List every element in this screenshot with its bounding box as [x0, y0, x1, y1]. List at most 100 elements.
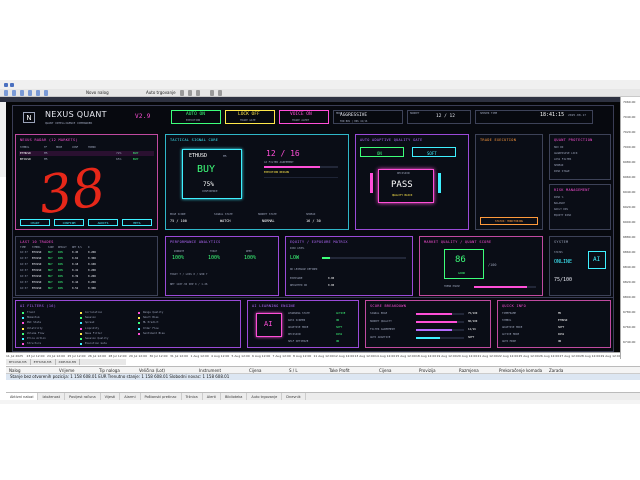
table-cell: WIN — [58, 281, 63, 284]
filter-score-label: AI FILTER AGREEMENT — [264, 161, 294, 164]
table-row[interactable]: 16:37 BTCUSD BUY WIN 0.41 0.20R — [19, 269, 155, 274]
terminal-tab[interactable]: Tržnica — [182, 393, 203, 400]
table-row[interactable]: ETHUSD M5 72% BUY — [19, 151, 154, 156]
learning-row-label: DECISION — [288, 333, 301, 336]
terminal-column-header[interactable]: Nalog — [6, 367, 56, 373]
terminal-column-header[interactable]: Razmjena — [456, 367, 496, 373]
time-label: 8 Aug 12:00 — [293, 354, 312, 358]
terminal-tab[interactable]: Izloženost — [38, 393, 65, 400]
filter-score: 12 / 16 — [266, 149, 300, 158]
risk-management-title: RISK MANAGEMENT — [554, 188, 591, 192]
protection-row: LOSS FILTER — [554, 158, 572, 161]
weighted-dd-value: 0.00 — [328, 284, 335, 287]
terminal-column-header[interactable]: S / L — [286, 367, 326, 373]
price-label: 6840.00 — [623, 265, 636, 269]
terminal-tab[interactable]: Alarmi — [120, 393, 141, 400]
time-label: 19 Aug 12:00 — [436, 354, 457, 358]
terminal-tab[interactable]: Alerti — [203, 393, 222, 400]
signal-card: ETHUSD M5 BUY 75% CONFIDENCE — [182, 149, 242, 199]
learning-row-value: SOFT — [336, 326, 343, 329]
table-row[interactable]: 16:37 BTCUSD BUY WIN 0.39 0.20R — [19, 275, 155, 280]
quick-row-label: ADAPTIVE MODE — [502, 326, 523, 329]
table-row[interactable]: 16:37 BTCUSD BUY WIN 0.52 0.30R — [19, 287, 155, 292]
terminal-column-header[interactable]: Prekoračenje komada — [496, 367, 546, 373]
trades-col: TIME — [20, 246, 26, 249]
table-row[interactable]: 16:37 BTCUSD BUY WIN 0.45 0.20R — [19, 251, 155, 256]
radar-col-symbol: SYMBOL — [20, 146, 30, 149]
gate-value: ON — [377, 151, 382, 156]
terminal-tab[interactable]: Povijest računa — [65, 393, 101, 400]
filter-status-icon — [22, 317, 24, 320]
terminal-icon[interactable] — [36, 90, 40, 96]
file-menu-icon[interactable] — [4, 82, 8, 87]
balance-row[interactable]: Stanje bez otvorenih pozicija: 1 158 608… — [6, 374, 640, 380]
terminal-tab[interactable]: Biblioteka — [221, 393, 248, 400]
terminal-tab[interactable]: Auto trgovanje — [247, 393, 283, 400]
table-cell: BTCUSD — [32, 275, 42, 278]
terminal-column-header[interactable]: Instrument — [196, 367, 246, 373]
gate-toggle[interactable]: ON — [360, 147, 404, 157]
terminal-column-header[interactable]: Zarada — [546, 367, 586, 373]
price-label: 6920.00 — [623, 205, 636, 209]
filter-status-icon — [22, 332, 24, 335]
learning-row-label: DATA SCREEN — [288, 319, 306, 322]
terminal-column-header[interactable]: Take Profit — [326, 367, 376, 373]
signal-confidence: 75% — [203, 181, 214, 188]
terminal-tab[interactable]: Poštanski pretinac — [141, 393, 182, 400]
terminal-tab[interactable]: Dnevnik — [282, 393, 306, 400]
voice-button[interactable]: VOICE ON TRADE ALERT — [279, 110, 329, 124]
tester-icon[interactable] — [44, 90, 48, 96]
new-chart-icon[interactable] — [4, 90, 8, 96]
zoom-out-icon[interactable] — [218, 90, 222, 96]
learning-row-value: ON — [336, 319, 340, 322]
monitoring-status-button[interactable]: STATUS: MONITORING — [480, 217, 538, 225]
quant-score-max: /100 — [488, 263, 497, 267]
app-subtitle: QUANT INTELLIGENCE COMMANDER — [45, 121, 93, 125]
terminal-column-header[interactable]: Cijena — [246, 367, 286, 373]
market-state-label: MARKET STATE — [258, 213, 277, 216]
terminal-tab[interactable]: Aktivni nalozi — [6, 393, 39, 400]
signal-tf: M5 — [223, 154, 227, 158]
chart-tab[interactable]: ETHUSD,M5 — [31, 359, 56, 365]
lock-button[interactable]: LOCK OFF TRADE GATE — [225, 110, 275, 124]
filter-status-icon — [22, 312, 24, 314]
auto-button[interactable]: AUTO ON EXECUTION — [171, 110, 221, 124]
view-menu-icon[interactable] — [10, 82, 14, 87]
navigator-icon[interactable] — [28, 90, 32, 96]
nexus-logo: N — [23, 112, 35, 123]
score-row-label: FILTER AGREEMENT — [370, 328, 395, 331]
quant-score-value: 86 — [455, 255, 466, 265]
market-watch-icon[interactable] — [20, 90, 24, 96]
mode-box[interactable]: MODE AGGRESSIVE MIN BRS | BRS 42/16 — [333, 110, 403, 124]
table-cell: BTCUSD — [32, 251, 42, 254]
price-label: 6740.00 — [623, 340, 636, 344]
terminal-column-header[interactable]: Veličina (Lot) — [136, 367, 196, 373]
new-order-button[interactable]: Novo nalog — [86, 89, 109, 97]
terminal-column-header[interactable]: Tip naloga — [96, 367, 136, 373]
time-label: 6 Aug 12:00 — [252, 354, 271, 358]
strict-toggle[interactable]: SOFT — [412, 147, 456, 157]
table-row[interactable]: 16:37 BTCUSD BUY WIN 0.18 0.10R — [19, 263, 155, 268]
chart-candle-icon[interactable] — [188, 90, 192, 96]
terminal-column-header[interactable]: Cijena — [376, 367, 416, 373]
right-gauge — [438, 173, 441, 193]
table-cell: 0.52 — [72, 287, 79, 290]
chart-tab[interactable]: XRPUSD,M5 — [56, 359, 81, 365]
terminal-column-header[interactable]: Provizija — [416, 367, 456, 373]
chart-tab[interactable]: BTCUSD,M5 — [6, 359, 31, 365]
server-time-box: SERVER TIME 18:41:15 2025.08.17 — [475, 110, 593, 124]
score-row-label: MARKET QUALITY — [370, 320, 392, 323]
audits-button[interactable]: AUDITS — [88, 219, 118, 226]
filter-item: Liquidity — [85, 326, 100, 330]
table-row[interactable]: 16:37 BTCUSD BUY WIN 0.62 0.30R — [19, 257, 155, 262]
chart-line-icon[interactable] — [196, 90, 200, 96]
terminal-column-header[interactable]: Vrijeme — [56, 367, 96, 373]
terminal-tab[interactable]: Vijesti — [101, 393, 121, 400]
meta-button[interactable]: META — [122, 219, 152, 226]
execution-details — [264, 177, 338, 191]
zoom-in-icon[interactable] — [210, 90, 214, 96]
chart-bar-icon[interactable] — [180, 90, 184, 96]
table-row[interactable]: 16:37 BTCUSD BUY WIN 0.44 0.20R — [19, 281, 155, 286]
profiles-icon[interactable] — [12, 90, 16, 96]
auto-trade-button[interactable]: Auto trgovanje — [146, 89, 176, 97]
